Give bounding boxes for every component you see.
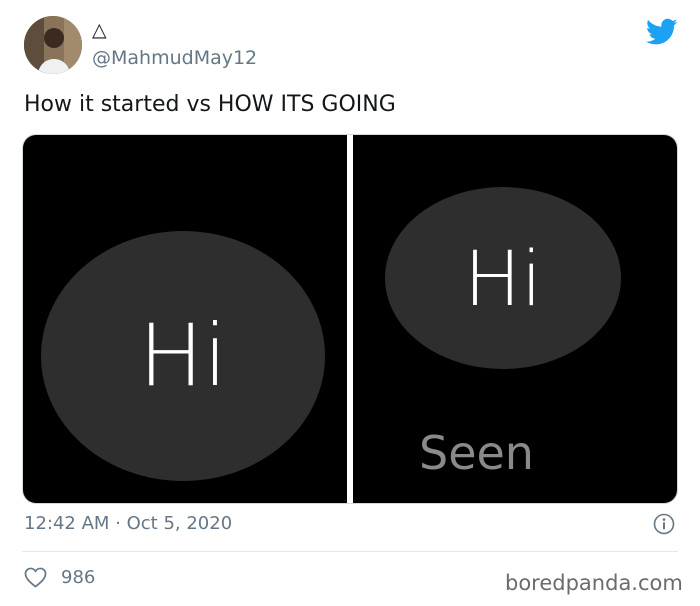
user-handle[interactable]: @MahmudMay12 bbox=[92, 47, 257, 69]
seen-status: Seen bbox=[419, 426, 534, 480]
tweet-timestamp[interactable]: 12:42 AM · Oct 5, 2020 bbox=[24, 512, 232, 536]
like-count: 986 bbox=[61, 567, 96, 588]
info-icon[interactable] bbox=[653, 513, 675, 535]
media-panel-right[interactable]: Hi Seen bbox=[353, 135, 677, 503]
twitter-bird-icon[interactable] bbox=[646, 18, 678, 46]
avatar[interactable] bbox=[24, 16, 82, 74]
watermark: boredpanda.com bbox=[505, 571, 683, 595]
tweet-media[interactable]: Hi Hi Seen bbox=[22, 134, 678, 504]
tweet-text: How it started vs HOW ITS GOING bbox=[24, 92, 396, 117]
media-panel-left[interactable]: Hi bbox=[23, 135, 347, 503]
message-bubble-left: Hi bbox=[41, 231, 325, 481]
display-name[interactable]: △ bbox=[92, 20, 107, 40]
heart-icon[interactable] bbox=[24, 567, 47, 588]
message-bubble-right: Hi bbox=[385, 187, 621, 369]
divider bbox=[22, 551, 678, 552]
